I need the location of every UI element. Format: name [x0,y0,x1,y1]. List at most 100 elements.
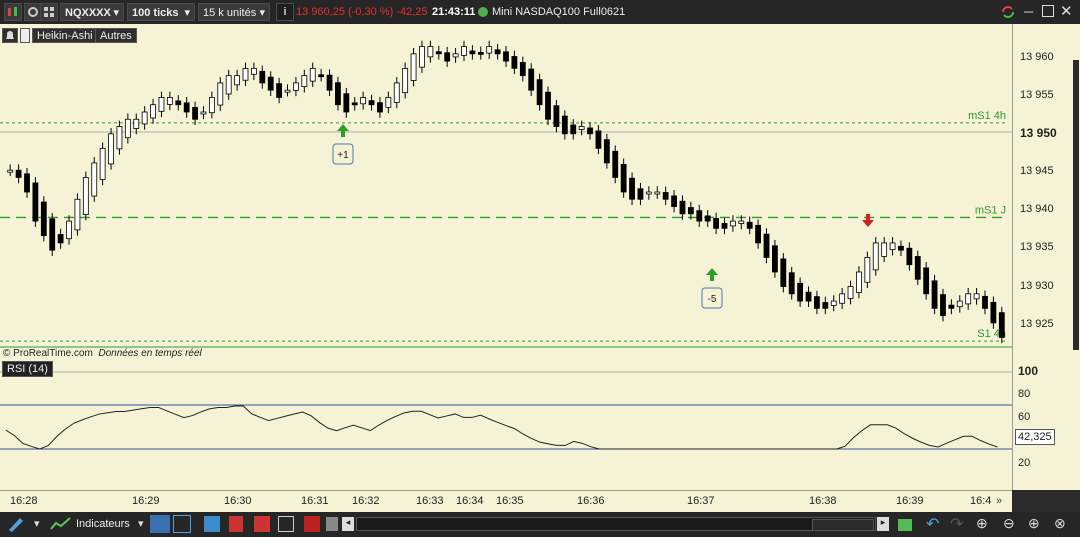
time-axis[interactable]: 16:28 16:29 16:30 16:31 16:32 16:33 16:3… [0,490,1012,512]
candle [881,242,888,257]
candle [578,126,585,130]
redo-icon[interactable]: ↷ [950,514,963,534]
time-tick: 16:4 [970,495,992,507]
candle [561,115,568,135]
symbol-select[interactable]: NQXXXX ▾ [60,3,124,21]
window-icon[interactable] [278,516,294,532]
chevron-down-icon[interactable]: ▾ [138,517,144,530]
undo-icon[interactable]: ↶ [926,514,939,534]
clock: 21:43:11 [432,6,476,18]
candle [326,74,333,91]
candle [393,82,400,103]
time-tick: 16:28 [10,495,38,507]
candle [427,46,434,58]
interval-label: 100 ticks [132,7,179,19]
ruler-icon[interactable] [326,517,338,531]
price-tick: 13 935 [1020,241,1054,253]
candle [377,102,383,113]
rsi-current-value: 42,325 [1015,429,1055,445]
refresh-icon[interactable] [1000,4,1016,20]
instrument-name: Mini NASDAQ100 Full0621 [492,6,626,18]
units-select[interactable]: 15 k unités ▾ [198,3,270,21]
price-chart-panel[interactable]: mS1 4h mS1 J S1 4h +1 -5 [0,24,1012,360]
candle [351,102,358,106]
chevron-down-icon[interactable]: ▾ [34,517,40,530]
buy-arrow-icon [337,124,349,137]
pencil-icon[interactable] [6,515,26,533]
others-button[interactable]: Autres [95,28,137,43]
timeline-scrollbar[interactable] [356,517,876,531]
candle [797,282,804,302]
candle [419,46,425,68]
grid-icon[interactable] [40,3,58,21]
symbol-label: NQXXXX [65,7,111,19]
scroll-right-icon[interactable]: ▸ [877,517,889,531]
candle [444,52,451,62]
candle [99,147,106,180]
chart-icon[interactable] [4,3,22,21]
candle [519,62,526,77]
close-icon[interactable]: ✕ [1060,2,1073,20]
share-icon[interactable] [150,515,170,533]
candle [124,118,131,139]
status-dot-icon [478,7,488,17]
candle [570,124,577,135]
magic-zoom-icon[interactable]: ⊗ [1054,515,1066,532]
chart-trade-icon[interactable] [304,516,320,532]
position-badge-label: +1 [337,150,349,161]
scroll-left-icon[interactable]: ◂ [342,517,354,531]
bracket-icon[interactable] [173,515,191,533]
candle [242,67,249,81]
chevron-down-icon: ▾ [259,7,265,19]
candle [553,105,560,127]
price-chart: mS1 4hmS1 JS1 4h+1-5 [0,40,1012,348]
candle [612,150,619,178]
chat-icon[interactable] [204,516,220,532]
candle [267,76,274,91]
scrollbar[interactable] [1073,60,1079,350]
zoom-fit-icon[interactable]: ⊕ [976,515,988,532]
info-icon[interactable]: i [276,3,294,21]
buy-arrow-icon [706,268,718,281]
candle [82,177,89,215]
candle [595,130,602,149]
indicators-button[interactable]: Indicateurs [76,518,130,530]
rsi-tick: 80 [1018,388,1031,400]
candle [830,300,837,306]
candle [250,67,257,75]
candle [141,111,148,125]
rsi-line [5,405,998,450]
rsi-panel[interactable] [0,360,1012,490]
rsi-title[interactable]: RSI (14) [2,361,53,377]
candle [217,82,224,106]
candle [158,97,165,112]
price-axis[interactable]: 13 960 13 955 13 950 13 945 13 940 13 93… [1012,24,1080,490]
price-tick: 13 925 [1020,318,1054,330]
candle [91,162,98,197]
alert-bell-icon[interactable] [2,28,18,43]
candle [40,201,47,237]
chart-type-button[interactable]: Heikin-Ashi [32,28,98,43]
interval-select[interactable]: 100 ticks ▾ [127,3,195,21]
candle [679,200,686,215]
candle [208,97,215,114]
zoom-out-icon[interactable]: ⊖ [1003,515,1015,532]
minimize-icon[interactable]: ─ [1024,4,1033,19]
candle [780,258,787,287]
units-label: 15 k unités [203,7,257,19]
maximize-icon[interactable] [1042,5,1054,17]
calculator-icon[interactable] [896,515,916,533]
candle [704,215,711,222]
last-price: 13 960,25 [296,6,345,18]
time-tick: 16:31 [301,495,329,507]
candle [259,70,266,84]
candle [452,53,459,58]
time-tick: 16:38 [809,495,837,507]
zoom-in-icon[interactable]: ⊕ [1028,515,1040,532]
orderbook-icon[interactable] [254,516,270,532]
indicators-icon[interactable] [50,515,72,533]
scroll-right-icon[interactable]: » [996,495,1002,507]
document-icon[interactable] [229,516,243,532]
candle [620,163,627,193]
top-toolbar: NQXXXX ▾ 100 ticks ▾ 15 k unités ▾ i 13 960… [0,0,1080,25]
